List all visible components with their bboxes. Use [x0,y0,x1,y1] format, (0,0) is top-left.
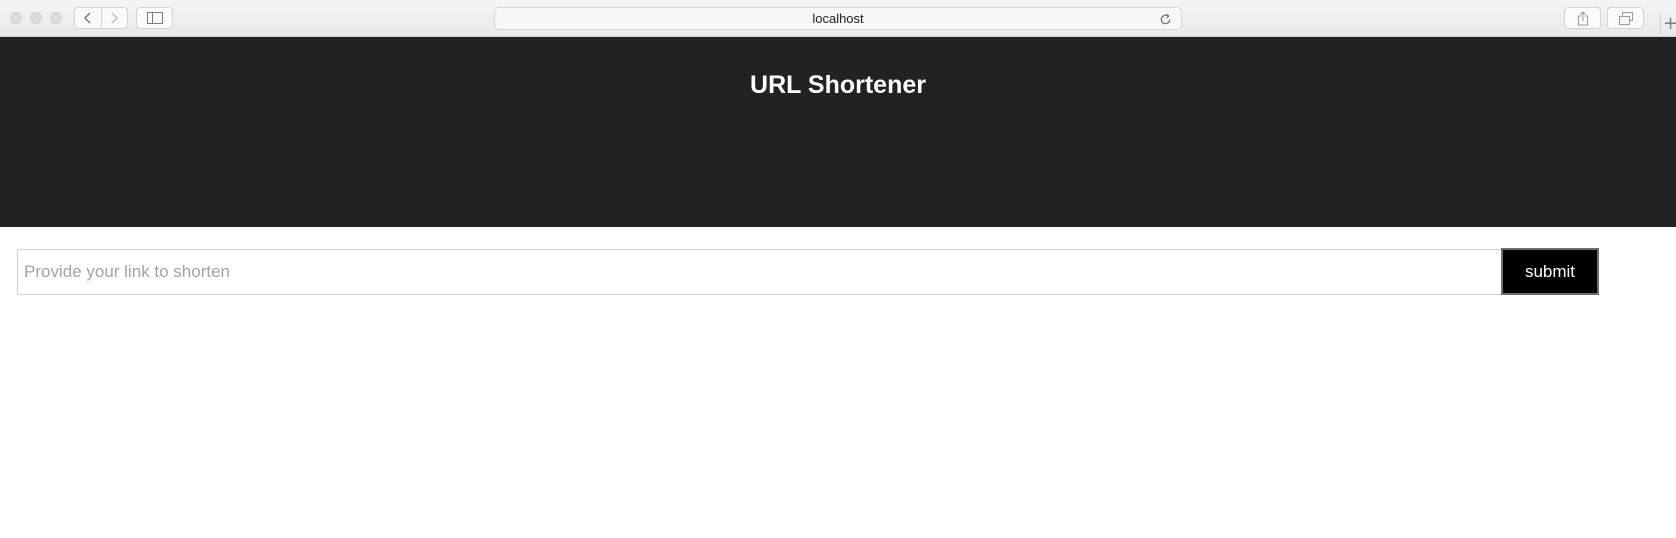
shorten-form: submit [17,248,1599,295]
address-bar[interactable]: localhost [494,7,1182,30]
share-button[interactable] [1564,7,1601,29]
minimize-window-button[interactable] [30,12,42,24]
sidebar-icon [146,12,163,24]
tabs-overview-icon [1618,11,1633,25]
chevron-right-icon [111,12,119,24]
share-icon [1577,10,1588,25]
link-input[interactable] [17,249,1501,295]
reload-button[interactable] [1157,11,1173,27]
page-header: URL Shortener [0,37,1676,227]
page-title: URL Shortener [750,71,926,99]
forward-button[interactable] [100,8,128,28]
close-window-button[interactable] [10,12,22,24]
tabs-overview-button[interactable] [1607,7,1644,29]
submit-button[interactable]: submit [1501,248,1599,295]
reload-icon [1160,13,1170,24]
new-tab-button[interactable]: + [1660,14,1676,34]
sidebar-toggle-button[interactable] [136,7,173,29]
zoom-window-button[interactable] [50,12,62,24]
chevron-left-icon [83,12,91,24]
navigation-buttons [74,7,128,29]
address-text: localhost [812,11,864,26]
browser-toolbar: localhost + [0,0,1676,37]
back-button[interactable] [75,8,101,28]
